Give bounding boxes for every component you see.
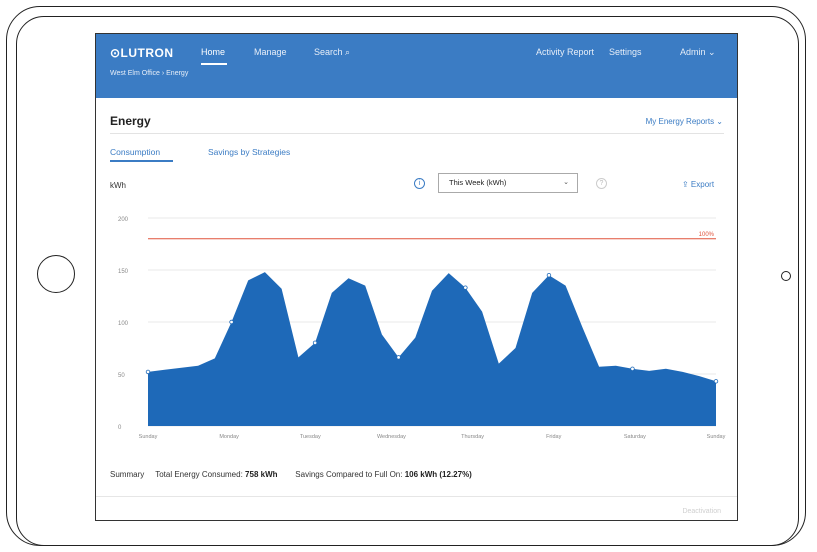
nav-search[interactable]: Search ⌕	[314, 47, 350, 58]
divider	[110, 133, 724, 134]
breadcrumb[interactable]: West Elm Office › Energy	[110, 70, 188, 77]
active-tab-indicator	[110, 160, 173, 162]
data-point	[312, 340, 318, 345]
period-select[interactable]: This Week (kWh) ⌄	[438, 173, 578, 193]
data-point	[713, 379, 719, 384]
y-tick-label: 50	[118, 373, 125, 379]
divider	[96, 496, 737, 497]
summary-label: Summary	[110, 470, 145, 479]
nav-manage[interactable]: Manage	[254, 47, 287, 57]
data-point	[145, 369, 151, 375]
x-tick-label: Saturday	[624, 434, 646, 440]
export-button[interactable]: ⇪ Export	[682, 180, 714, 189]
savings-value: 106 kWh (12.27%)	[404, 470, 472, 479]
savings-label: Savings Compared to Full On:	[295, 470, 403, 479]
y-tick-label: 100	[118, 321, 129, 327]
data-point	[630, 366, 635, 371]
footer-link[interactable]: Deactivation	[682, 508, 721, 515]
nav-settings[interactable]: Settings	[609, 47, 642, 57]
nav-admin-menu[interactable]: Admin ⌄	[680, 47, 716, 58]
x-tick-label: Sunday	[139, 434, 158, 440]
lutron-logo[interactable]: ⊙LUTRON	[110, 46, 174, 60]
energy-panel: Energy My Energy Reports ⌄ Consumption S…	[96, 98, 737, 520]
tab-savings-by-strategies[interactable]: Savings by Strategies	[208, 147, 290, 157]
x-tick-label: Sunday	[707, 434, 726, 440]
energy-reports-dropdown[interactable]: My Energy Reports ⌄	[646, 117, 723, 126]
data-point	[463, 285, 468, 290]
nav-home[interactable]: Home	[201, 47, 225, 57]
top-navigation-bar: ⊙LUTRON Home Manage Search ⌕ Activity Re…	[96, 34, 737, 98]
x-tick-label: Tuesday	[300, 434, 321, 440]
reference-label: 100%	[699, 232, 715, 238]
x-tick-label: Monday	[219, 434, 239, 440]
x-tick-label: Thursday	[461, 434, 484, 440]
unit-label: kWh	[110, 181, 126, 190]
chevron-down-icon: ⌄	[563, 179, 569, 186]
period-select-value: This Week (kWh)	[449, 178, 507, 187]
energy-area-series	[148, 272, 716, 426]
y-tick-label: 150	[118, 269, 129, 275]
y-tick-label: 200	[118, 217, 129, 223]
app-screen: ⊙LUTRON Home Manage Search ⌕ Activity Re…	[95, 33, 738, 521]
tab-consumption[interactable]: Consumption	[110, 147, 160, 157]
info-icon[interactable]: i	[414, 178, 425, 189]
summary-bar: Summary Total Energy Consumed: 758 kWh S…	[110, 470, 472, 479]
data-point	[546, 272, 552, 278]
help-icon[interactable]: ?	[596, 178, 607, 189]
camera-icon	[781, 271, 791, 281]
page-title: Energy	[110, 114, 151, 128]
x-tick-label: Wednesday	[377, 434, 406, 440]
active-nav-indicator	[201, 63, 227, 65]
data-point	[229, 319, 234, 325]
nav-activity-report[interactable]: Activity Report	[536, 47, 594, 57]
home-button[interactable]	[37, 255, 75, 293]
energy-chart: 0 50 100 150 200 100% Sunday Monday Tuesday Wedne…	[118, 217, 726, 440]
data-point	[396, 355, 401, 360]
y-tick-label: 0	[118, 425, 122, 431]
total-energy-label: Total Energy Consumed:	[155, 470, 243, 479]
total-energy-value: 758 kWh	[245, 470, 278, 479]
x-tick-label: Friday	[546, 434, 562, 440]
